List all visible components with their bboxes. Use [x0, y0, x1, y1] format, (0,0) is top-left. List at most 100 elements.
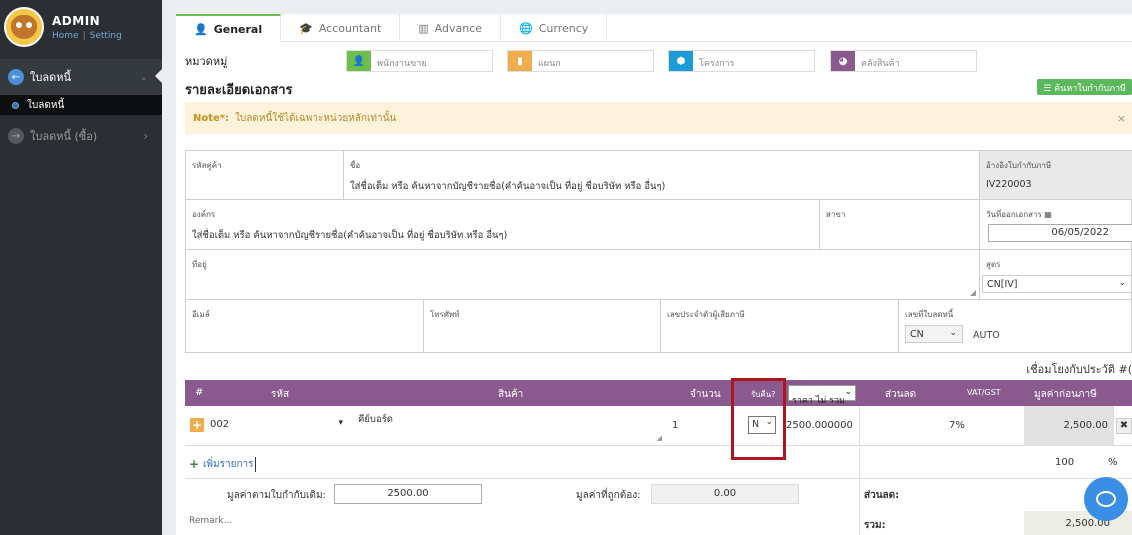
warehouse-selector[interactable]: ◕ คลังสินค้า	[830, 50, 977, 72]
chat-bubble-icon	[1096, 491, 1116, 507]
home-link[interactable]: Home	[52, 31, 79, 41]
cn-auto-label: AUTO	[973, 330, 1000, 341]
chat-button[interactable]	[1084, 477, 1128, 521]
row-vat[interactable]: 7%	[949, 420, 965, 431]
tab-accountant[interactable]: 🎓 Accountant	[281, 14, 401, 42]
email-cell[interactable]: อีเมล์	[186, 300, 424, 352]
row-product-input[interactable]: คีย์บอร์ด ◢	[352, 408, 664, 444]
branch-label: สาขา	[826, 210, 846, 219]
department-input[interactable]: แผนก	[532, 51, 653, 71]
sidebar-item-label: ใบลดหนี้ (ซื้อ)	[30, 130, 98, 143]
percent-value[interactable]: 100	[1055, 457, 1074, 468]
brand-name: ADMIN	[52, 13, 101, 28]
category-label: หมวดหมู่	[185, 55, 228, 68]
address-label: ที่อยู่	[192, 260, 207, 269]
name-cell[interactable]: ชื่อ ใส่ชื่อเต็ม หรือ ค้นหาจากบัญชีรายชื…	[344, 151, 980, 200]
col-code: รหัส	[271, 389, 290, 400]
delete-row-icon[interactable]: ✖	[1116, 418, 1132, 434]
col-discount: ส่วนลด	[885, 389, 917, 400]
chevron-down-icon: ⌄	[1118, 278, 1126, 288]
category-row: หมวดหมู่ 👤 พนักงานขาย ▮ แผนก ⬢ โครงการ ◕…	[185, 48, 1132, 72]
totals-area: มูลค่าตามใบกำกับเดิม: 2500.00 มูลค่าที่ถ…	[185, 478, 1132, 535]
add-item-link[interactable]: เพิ่มรายการ	[203, 457, 256, 472]
discount-label: ส่วนลด:	[864, 490, 900, 501]
note-label: Note*:	[193, 112, 230, 124]
customer-code-cell[interactable]: รหัสคู่ค้า	[186, 151, 344, 200]
plus-icon[interactable]: +	[189, 457, 199, 471]
highlight-box	[731, 378, 786, 460]
phone-cell[interactable]: โทรศัพท์	[424, 300, 661, 352]
tab-bar: 👤 General 🎓 Accountant ▥ Advance 🌐 Currency	[176, 14, 1132, 42]
chevron-down-icon: ⌄	[949, 328, 957, 338]
branch-cell[interactable]: สาขา	[820, 200, 980, 250]
employee-input[interactable]: พนักงานขาย	[371, 51, 492, 71]
calendar-icon[interactable]: ▦	[1044, 210, 1052, 219]
address-cell[interactable]: ที่อยู่ ◢	[186, 250, 980, 300]
col-qty: จำนวน	[690, 389, 721, 400]
user-icon: 👤	[194, 22, 208, 36]
items-table-header: # รหัส สินค้า จำนวน รับคืน? ราคา ไม่ รวม…	[185, 380, 1132, 406]
doc-date-label: วันที่ออกเอกสาร	[986, 210, 1042, 219]
correct-value-input[interactable]: 0.00	[651, 484, 799, 504]
sidebar: ADMIN Home | Setting ← ใบลดหนี้ ⌄ ใบลดหนี้…	[0, 0, 162, 535]
formula-cell: สูตร CN[IV] ⌄	[980, 250, 1132, 300]
employee-selector[interactable]: 👤 พนักงานขาย	[346, 50, 493, 72]
remark-input[interactable]: Remark...	[189, 516, 232, 526]
doc-date-cell: วันที่ออกเอกสาร ▦ 06/05/2022	[980, 200, 1132, 250]
add-item-row: + เพิ่มรายการ 100 %	[185, 448, 1132, 478]
original-value-label: มูลค่าตามใบกำกับเดิม:	[227, 490, 326, 501]
row-price[interactable]: 2500.000000	[786, 420, 853, 431]
row-code-select[interactable]: 002 ▾	[210, 416, 345, 436]
tab-currency[interactable]: 🌐 Currency	[501, 14, 608, 42]
original-value-input[interactable]: 2500.00	[334, 484, 482, 504]
tab-advance[interactable]: ▥ Advance	[400, 14, 502, 42]
columns-icon: ▥	[418, 21, 429, 35]
cube-icon: ⬢	[669, 51, 693, 71]
name-input[interactable]: ใส่ชื่อเต็ม หรือ ค้นหาจากบัญชีรายชื่อ(คำ…	[350, 179, 665, 194]
cn-no-label: เลขที่ใบลดหนี้	[905, 310, 954, 319]
project-input[interactable]: โครงการ	[693, 51, 814, 71]
tax-ref-value: IV220003	[986, 179, 1032, 190]
org-input[interactable]: ใส่ชื่อเต็ม หรือ ค้นหาจากบัญชีรายชื่อ(คำ…	[192, 228, 507, 243]
resize-handle-icon: ◢	[656, 434, 662, 442]
correct-value-label: มูลค่าที่ถูกต้อง:	[576, 490, 641, 501]
bullet-icon	[12, 101, 19, 109]
note-text: ใบลดหนี้ใช้ได้เฉพาะหน่วยหลักเท่านั้น	[235, 112, 397, 124]
formula-select[interactable]: CN[IV] ⌄	[982, 275, 1132, 293]
avatar[interactable]	[4, 7, 44, 47]
row-pretax: 2,500.00	[1063, 420, 1108, 431]
doc-date-input[interactable]: 06/05/2022	[988, 224, 1132, 242]
warehouse-input[interactable]: คลังสินค้า	[855, 51, 976, 71]
building-icon: ▮	[508, 51, 532, 71]
taxid-cell[interactable]: เลขประจำตัวผู้เสียภาษี	[661, 300, 899, 352]
resize-handle-icon[interactable]: ◢	[970, 288, 976, 297]
link-separator: |	[82, 30, 86, 41]
org-cell[interactable]: องค์กร ใส่ชื่อเต็ม หรือ ค้นหาจากบัญชีราย…	[186, 200, 820, 250]
setting-link[interactable]: Setting	[90, 31, 122, 41]
sidebar-group-credit-note[interactable]: ← ใบลดหนี้ ⌄	[0, 59, 162, 95]
cn-no-cell: เลขที่ใบลดหนี้ CN ⌄ AUTO	[899, 300, 1132, 352]
row-qty[interactable]: 1	[672, 420, 678, 431]
note-alert: Note*: ใบลดหนี้ใช้ได้เฉพาะหน่วยหลักเท่าน…	[185, 102, 1132, 134]
history-link[interactable]: เชื่อมโยงกับประวัติ #(	[1026, 360, 1132, 378]
active-notch	[155, 69, 162, 83]
arrow-right-circle-icon: →	[8, 128, 24, 144]
formula-label: สูตร	[986, 260, 1001, 269]
main-panel: 👤 General 🎓 Accountant ▥ Advance 🌐 Currency …	[176, 14, 1132, 535]
cn-prefix-select[interactable]: CN ⌄	[905, 325, 963, 343]
brand: ADMIN Home | Setting	[0, 0, 162, 54]
section-title: รายละเอียดเอกสาร	[185, 83, 293, 98]
column-divider	[859, 406, 860, 446]
price-mode-select[interactable]: ราคา ไม่ รวม ⌄	[788, 385, 856, 406]
sidebar-item-credit-note-purchase[interactable]: → ใบลดหนี้ (ซื้อ) ›	[0, 115, 162, 157]
search-tax-invoice-button[interactable]: ☰ ค้นหาใบกำกับภาษี	[1037, 79, 1132, 95]
sidebar-item-credit-note[interactable]: ใบลดหนี้	[0, 95, 162, 115]
col-product: สินค้า	[498, 389, 524, 400]
percent-sign: %	[1108, 457, 1118, 468]
row-pretax-cell: 2,500.00	[1024, 406, 1114, 446]
department-selector[interactable]: ▮ แผนก	[507, 50, 654, 72]
project-selector[interactable]: ⬢ โครงการ	[668, 50, 815, 72]
expand-plus-icon[interactable]: +	[190, 418, 204, 432]
close-icon[interactable]: ×	[1117, 112, 1126, 125]
tab-general[interactable]: 👤 General	[176, 14, 282, 42]
